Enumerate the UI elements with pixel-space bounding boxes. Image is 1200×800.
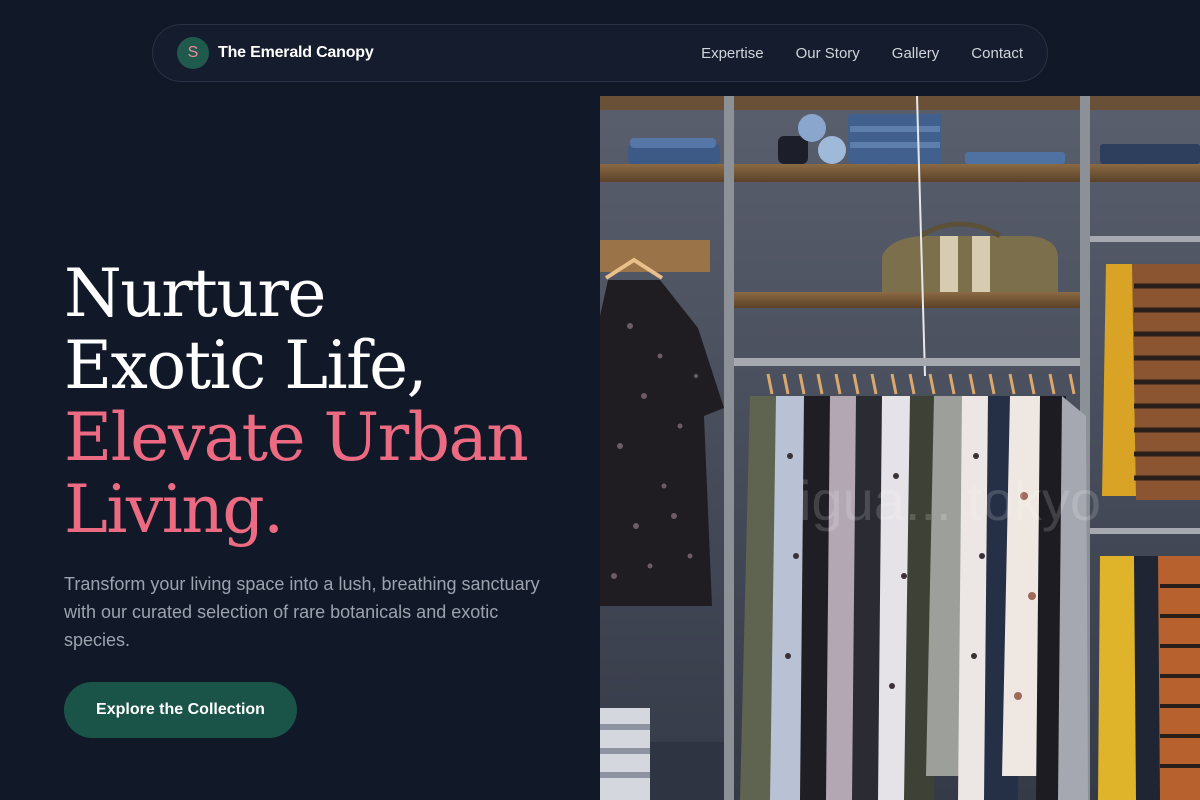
nav-link-gallery[interactable]: Gallery: [892, 45, 940, 62]
logo-badge: S: [177, 37, 209, 69]
headline-accent-line-1: Elevate Urban: [64, 399, 529, 476]
nav-link-our-story[interactable]: Our Story: [796, 45, 860, 62]
hero-subtitle: Transform your living space into a lush,…: [64, 574, 540, 650]
hero: Nurture Exotic Life, Elevate Urban Livin…: [64, 258, 584, 654]
nav-link-contact[interactable]: Contact: [971, 45, 1023, 62]
headline-line-1: Nurture: [64, 255, 326, 332]
top-nav: S The Emerald Canopy Expertise Our Story…: [152, 24, 1048, 82]
logo-letter: S: [187, 44, 199, 61]
brand-name: The Emerald Canopy: [218, 44, 374, 61]
nav-links: Expertise Our Story Gallery Contact: [701, 45, 1023, 62]
headline-accent-line-2: Living.: [64, 471, 284, 548]
image-watermark: igua... tokyo: [799, 469, 1101, 532]
explore-collection-button[interactable]: Explore the Collection: [64, 682, 297, 738]
headline-line-2: Exotic Life,: [64, 327, 428, 404]
hero-image: igua... tokyo: [600, 96, 1200, 800]
nav-link-expertise[interactable]: Expertise: [701, 45, 764, 62]
hero-headline: Nurture Exotic Life, Elevate Urban Livin…: [64, 258, 584, 546]
brand[interactable]: S The Emerald Canopy: [177, 37, 374, 69]
